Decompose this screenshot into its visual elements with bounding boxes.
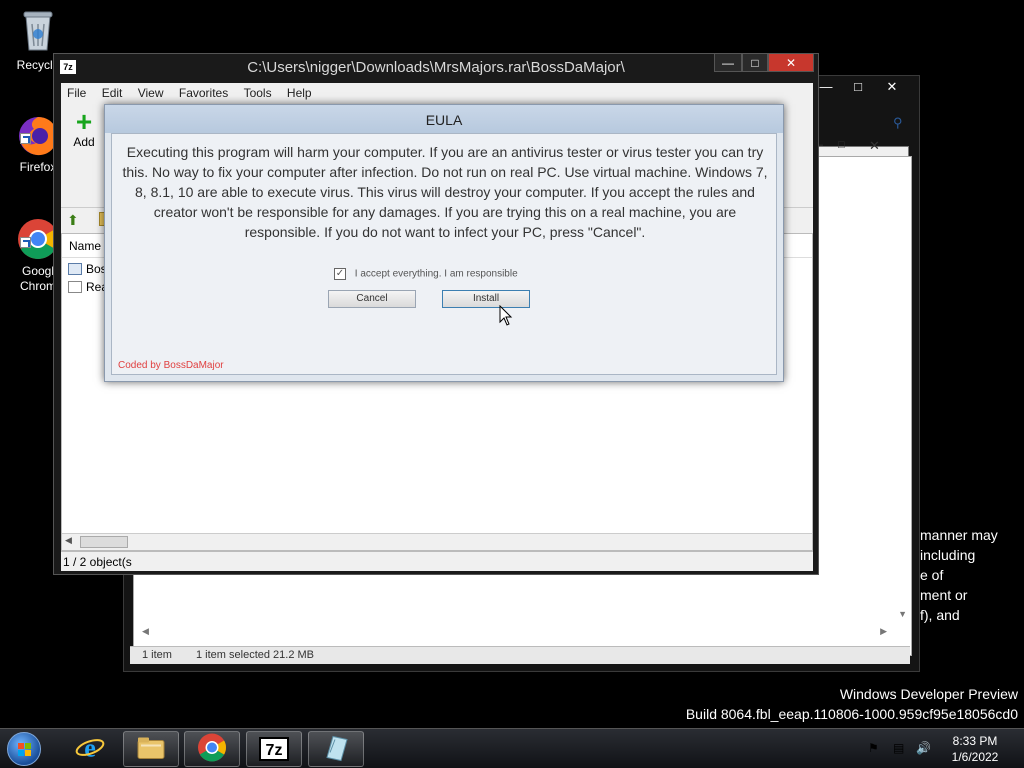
- clock-date: 1/6/2022: [951, 750, 999, 764]
- taskbar-item-eula-app[interactable]: [308, 731, 364, 767]
- shortcut-arrow-icon: [20, 133, 31, 144]
- svg-text:e: e: [84, 734, 96, 763]
- search-icon[interactable]: ⚲: [893, 115, 913, 135]
- license-line: e of: [920, 567, 944, 583]
- dialog-title: EULA: [105, 105, 783, 133]
- volume-icon[interactable]: 🔊: [916, 741, 931, 755]
- close-button[interactable]: ✕: [875, 79, 909, 96]
- system-clock[interactable]: 8:33 PM 1/6/2022: [946, 733, 1004, 765]
- license-line: including: [920, 547, 976, 563]
- taskbar: e 7z ⚑ ▤ 🔊 8:33 PM 1/6/2022: [0, 728, 1024, 768]
- text-file-icon: [68, 281, 82, 293]
- menu-file[interactable]: File: [61, 83, 92, 100]
- maximize-button[interactable]: □: [838, 139, 845, 151]
- column-name-label: Name: [69, 239, 102, 253]
- dialog-body: Executing this program will harm your co…: [111, 133, 777, 375]
- menu-bar: File Edit View Favorites Tools Help: [61, 83, 813, 103]
- close-button[interactable]: ✕: [869, 138, 880, 154]
- scroll-left-arrow-icon[interactable]: ◀: [142, 626, 149, 637]
- chrome-icon: [197, 733, 227, 766]
- horizontal-scrollbar[interactable]: ◀: [62, 533, 812, 550]
- taskbar-item-file-explorer[interactable]: [123, 731, 179, 767]
- taskbar-item-internet-explorer[interactable]: e: [62, 731, 118, 767]
- cancel-button[interactable]: Cancel: [328, 290, 416, 308]
- status-item-count: 1 item: [142, 649, 172, 661]
- folder-icon: [136, 735, 166, 764]
- 7zip-title-bar[interactable]: 7z C:\Users\nigger\Downloads\MrsMajors.r…: [54, 54, 818, 80]
- list-item[interactable]: Rea: [68, 278, 108, 296]
- menu-edit[interactable]: Edit: [96, 83, 129, 100]
- credit-text: Coded by BossDaMajor: [118, 360, 224, 371]
- ie-icon: e: [75, 733, 105, 766]
- eula-dialog[interactable]: EULA Executing this program will harm yo…: [104, 104, 784, 382]
- eula-text: Executing this program will harm your co…: [122, 144, 768, 240]
- executable-icon: [68, 263, 82, 275]
- status-object-count: 1 / 2 object(s: [63, 555, 132, 569]
- menu-view[interactable]: View: [132, 83, 170, 100]
- recycle-bin-icon: [8, 6, 68, 56]
- build-watermark: Windows Developer Preview Build 8064.fbl…: [686, 684, 1018, 724]
- watermark-line1: Windows Developer Preview: [839, 686, 1018, 702]
- maximize-button[interactable]: □: [742, 54, 768, 72]
- mouse-cursor-icon: [499, 305, 513, 326]
- checkbox-icon[interactable]: ✓: [334, 268, 346, 280]
- close-button[interactable]: ✕: [768, 54, 814, 72]
- watermark-line2: Build 8064.fbl_eeap.110806-1000.959cf95e…: [685, 706, 1018, 722]
- add-button-label: Add: [73, 135, 95, 149]
- license-text-fragment: manner may including e of ment or f), an…: [920, 525, 1024, 625]
- accept-checkbox[interactable]: ✓ I accept everything. I am responsible: [334, 268, 518, 280]
- maximize-button[interactable]: □: [841, 79, 875, 96]
- clock-time: 8:33 PM: [952, 734, 998, 748]
- taskbar-item-7zip[interactable]: 7z: [246, 731, 302, 767]
- add-button[interactable]: + Add: [69, 106, 99, 150]
- explorer-status-bar: 1 item 1 item selected 21.2 MB: [130, 646, 910, 664]
- status-selected: 1 item selected 21.2 MB: [196, 649, 315, 661]
- taskbar-item-chrome[interactable]: [184, 731, 240, 767]
- install-button[interactable]: Install: [442, 290, 530, 308]
- license-line: manner may: [920, 527, 998, 543]
- menu-favorites[interactable]: Favorites: [173, 83, 234, 100]
- app-icon: [321, 733, 351, 766]
- scroll-right-arrow-icon[interactable]: ▶: [880, 626, 887, 637]
- menu-tools[interactable]: Tools: [238, 83, 278, 100]
- shortcut-arrow-icon: [20, 237, 31, 248]
- 7zip-status-bar: 1 / 2 object(s: [61, 551, 813, 571]
- flag-icon[interactable]: ⚑: [868, 741, 879, 755]
- minimize-button[interactable]: —: [714, 54, 742, 72]
- window-title: C:\Users\nigger\Downloads\MrsMajors.rar\…: [247, 59, 625, 76]
- scroll-down-arrow-icon[interactable]: ▼: [898, 609, 907, 619]
- add-plus-icon: +: [75, 106, 93, 137]
- menu-help[interactable]: Help: [281, 83, 318, 100]
- scrollbar-thumb[interactable]: [80, 536, 128, 548]
- network-icon[interactable]: ▤: [893, 741, 904, 755]
- scroll-left-arrow-icon[interactable]: ◀: [65, 535, 72, 546]
- windows-logo-icon: [18, 743, 31, 756]
- 7zip-icon-label: 7z: [259, 737, 289, 761]
- up-folder-icon[interactable]: ⬆: [67, 212, 79, 229]
- license-line: f), and: [920, 607, 960, 623]
- 7zip-icon: 7z: [259, 737, 289, 761]
- start-button[interactable]: [7, 732, 41, 766]
- license-line: ment or: [920, 587, 968, 603]
- accept-checkbox-label: I accept everything. I am responsible: [354, 268, 518, 280]
